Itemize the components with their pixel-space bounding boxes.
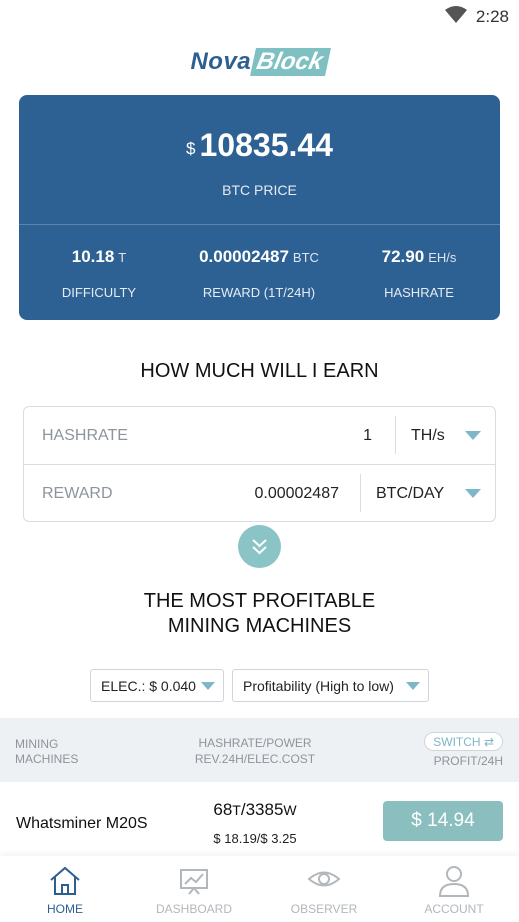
sort-select[interactable]: Profitability (High to low) bbox=[232, 669, 429, 702]
tab-home[interactable]: HOME bbox=[0, 856, 130, 922]
elec-cost-select[interactable]: ELEC.: $ 0.040 bbox=[90, 669, 224, 702]
table-row[interactable]: Whatsminer M20S 68T/3385W $ 18.19/$ 3.25… bbox=[0, 784, 519, 856]
user-icon bbox=[438, 866, 470, 897]
home-icon bbox=[50, 866, 80, 895]
machine-rev-cost: $ 18.19/$ 3.25 bbox=[213, 831, 297, 846]
hashrate-unit-select[interactable]: TH/s bbox=[411, 427, 445, 445]
difficulty-label: DIFFICULTY bbox=[61, 285, 137, 300]
hashrate-input[interactable]: 1 bbox=[363, 427, 372, 445]
card-divider bbox=[19, 224, 500, 225]
col-machines-header: MINING MACHINES bbox=[15, 737, 78, 767]
chevron-down-icon[interactable] bbox=[465, 431, 481, 440]
bottom-tab-bar: HOME DASHBOARD OBSERVER ACCOUNT bbox=[0, 856, 519, 922]
reward-row: REWARD 0.00002487 BTC/DAY bbox=[24, 465, 495, 523]
hashrate-unit: EH/s bbox=[428, 250, 457, 265]
reward-separator bbox=[360, 474, 361, 512]
difficulty-stat: 10.18 T DIFFICULTY bbox=[38, 247, 160, 300]
hashrate-separator bbox=[395, 416, 396, 454]
machine-hashrate: 68 bbox=[213, 800, 233, 819]
elec-cost-value: ELEC.: $ 0.040 bbox=[101, 678, 196, 694]
hashrate-input-label: HASHRATE bbox=[42, 427, 128, 444]
btc-price: $10835.44 bbox=[19, 127, 500, 164]
col-profit-header: PROFIT/24H bbox=[433, 754, 503, 768]
machine-power-unit: W bbox=[283, 802, 297, 818]
machine-hashrate-power: 68T/3385W bbox=[190, 800, 320, 820]
hashrate-row: HASHRATE 1 TH/s bbox=[24, 407, 495, 465]
tab-account[interactable]: ACCOUNT bbox=[389, 856, 519, 922]
hashrate-label: HASHRATE bbox=[384, 285, 454, 300]
brand-logo: Nova Block bbox=[0, 48, 519, 78]
tab-dashboard[interactable]: DASHBOARD bbox=[129, 856, 259, 922]
col-hashrate-line1: HASHRATE/POWER bbox=[198, 736, 312, 750]
chevron-down-icon[interactable] bbox=[465, 489, 481, 498]
expand-button[interactable] bbox=[238, 525, 281, 568]
tab-observer-label: OBSERVER bbox=[290, 902, 358, 916]
machine-hashrate-unit: T bbox=[232, 802, 241, 818]
btc-price-label: BTC PRICE bbox=[222, 182, 297, 198]
btc-price-card: $10835.44 BTC PRICE 10.18 T DIFFICULTY 0.… bbox=[19, 95, 500, 320]
eye-icon bbox=[307, 871, 341, 887]
col-hashrate-line2: REV.24H/ELEC.COST bbox=[194, 752, 316, 766]
tab-dashboard-label: DASHBOARD bbox=[155, 902, 232, 916]
swap-icon: ⇄ bbox=[483, 735, 494, 749]
reward-input-label: REWARD bbox=[42, 485, 113, 502]
status-time: 2:28 bbox=[475, 7, 509, 26]
switch-label: SWITCH bbox=[433, 735, 481, 749]
earn-title: HOW MUCH WILL I EARN bbox=[140, 360, 379, 382]
machine-profit[interactable]: $ 14.94 bbox=[383, 801, 503, 841]
machines-title-line2: MINING MACHINES bbox=[167, 615, 352, 637]
double-chevron-down-icon bbox=[252, 539, 267, 555]
reward-unit: BTC bbox=[292, 250, 319, 265]
machines-table-header: MINING MACHINES HASHRATE/POWER REV.24H/E… bbox=[0, 718, 519, 782]
earn-calculator: HASHRATE 1 TH/s REWARD 0.00002487 BTC/DA… bbox=[23, 406, 496, 522]
dashboard-icon bbox=[180, 869, 208, 895]
hashrate-value: 72.90 bbox=[381, 247, 425, 266]
switch-button[interactable]: SWITCH ⇄ bbox=[424, 732, 503, 751]
reward-output[interactable]: 0.00002487 bbox=[254, 485, 339, 503]
reward-label: REWARD (1T/24H) bbox=[202, 285, 316, 300]
currency-symbol: $ bbox=[186, 139, 196, 158]
reward-value: 0.00002487 bbox=[199, 247, 289, 266]
machine-name: Whatsminer M20S bbox=[16, 815, 148, 832]
difficulty-unit: T bbox=[118, 250, 127, 265]
col-hashrate-header: HASHRATE/POWER REV.24H/ELEC.COST bbox=[190, 735, 320, 767]
status-bar: 2:28 bbox=[0, 0, 519, 34]
reward-stat: 0.00002487 BTC REWARD (1T/24H) bbox=[179, 247, 339, 300]
tab-account-label: ACCOUNT bbox=[424, 902, 484, 916]
chevron-down-icon bbox=[406, 682, 420, 690]
machine-power: /3385 bbox=[240, 800, 284, 819]
brand-logo-part2: Block bbox=[250, 48, 332, 76]
tab-observer[interactable]: OBSERVER bbox=[259, 856, 389, 922]
tab-home-label: HOME bbox=[47, 902, 83, 916]
brand-logo-part1: Nova bbox=[190, 48, 252, 75]
reward-unit-select[interactable]: BTC/DAY bbox=[376, 485, 444, 503]
machines-title-line1: THE MOST PROFITABLE bbox=[143, 590, 376, 612]
col-machines-line2: MACHINES bbox=[15, 752, 79, 766]
sort-value: Profitability (High to low) bbox=[243, 678, 394, 694]
difficulty-value: 10.18 bbox=[71, 247, 115, 266]
hashrate-stat: 72.90 EH/s HASHRATE bbox=[359, 247, 479, 300]
col-machines-line1: MINING bbox=[15, 737, 59, 751]
btc-price-value: 10835.44 bbox=[199, 127, 333, 163]
wifi-icon bbox=[445, 6, 467, 23]
chevron-down-icon bbox=[201, 682, 215, 690]
